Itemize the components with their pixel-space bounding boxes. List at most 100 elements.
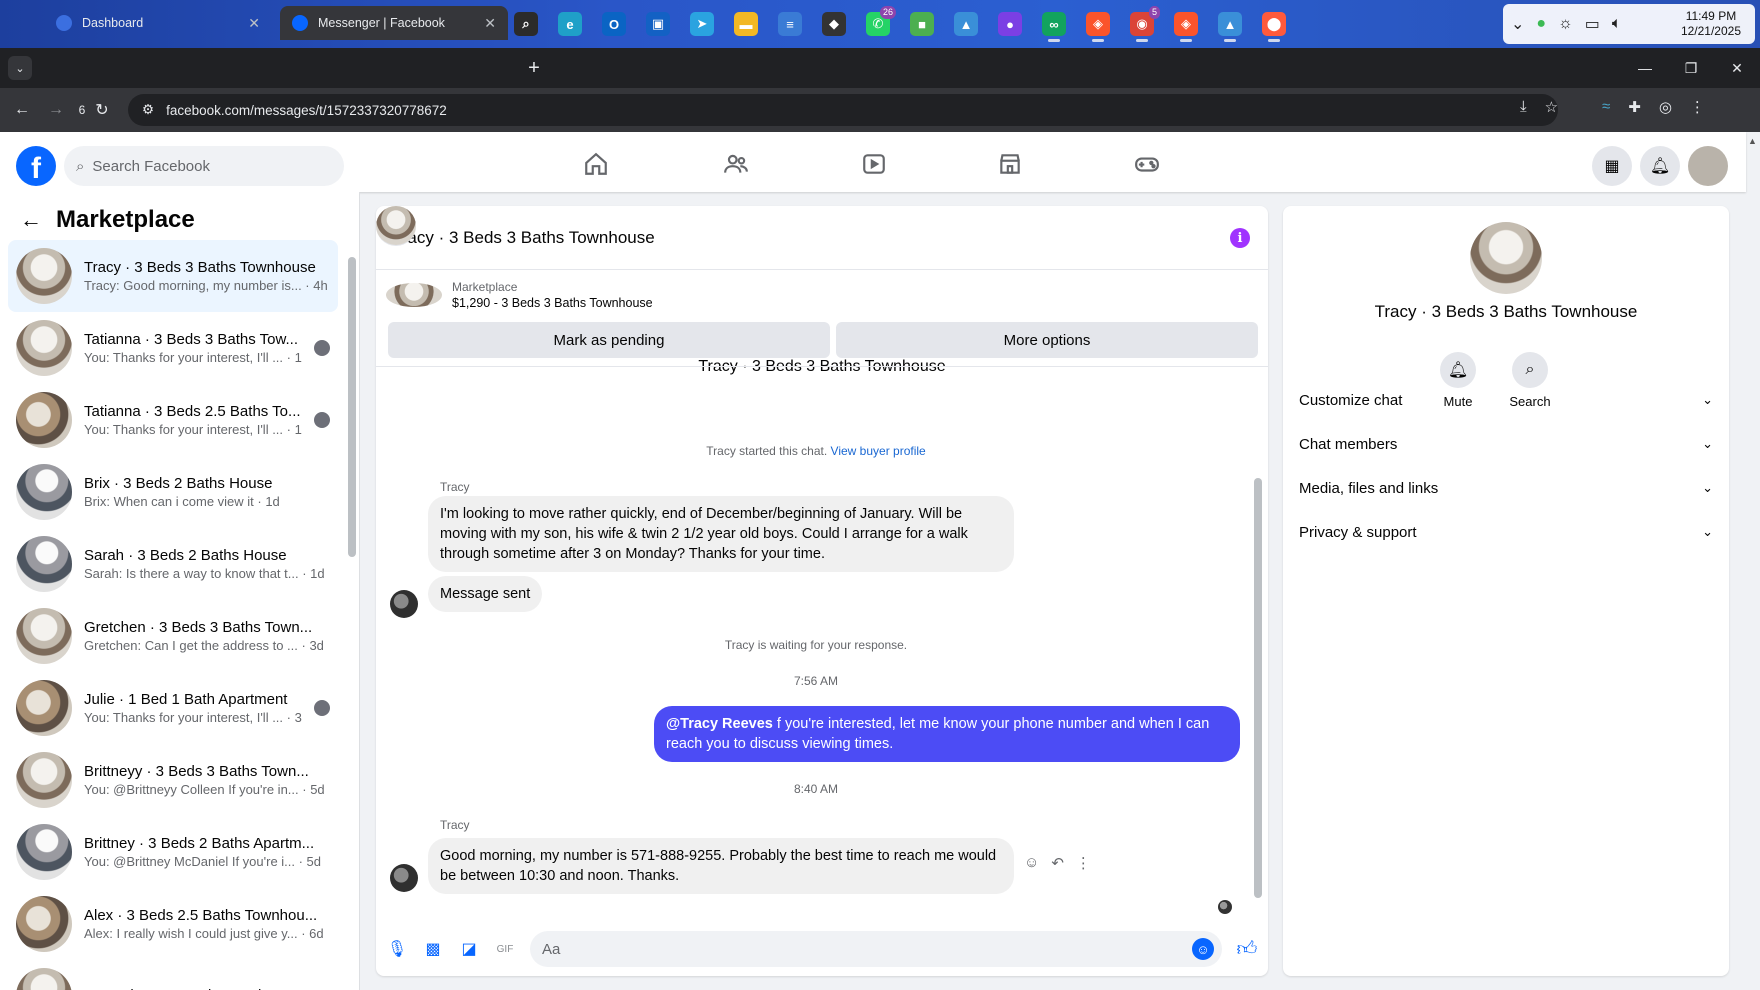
chat-avatar[interactable] <box>376 206 416 246</box>
taskbar-app-chrome[interactable]: ◉ 5 <box>1122 4 1162 44</box>
back-icon[interactable]: ← <box>10 98 34 122</box>
close-icon[interactable]: ✕ <box>484 15 496 32</box>
network-icon[interactable]: ● <box>1536 15 1546 33</box>
conversation-item[interactable]: Julie · 1 Bed 1 Bath Apartment You: Thank… <box>8 672 338 744</box>
system-clock[interactable]: 11:49 PM 12/21/2025 <box>1681 9 1747 39</box>
address-bar[interactable]: ⚙ facebook.com/messages/t/15723373207786… <box>128 94 1558 126</box>
taskbar-app-bulb[interactable]: ● <box>990 4 1030 44</box>
chat-title[interactable]: Tracy · 3 Beds 3 Baths Townhouse <box>392 228 655 248</box>
scroll-up-icon[interactable]: ▲ <box>1748 136 1757 146</box>
taskbar-app-store[interactable]: ▣ <box>638 4 678 44</box>
new-tab-button[interactable]: + <box>520 54 548 82</box>
taskbar-app-whatsapp[interactable]: ✆ 26 <box>858 4 898 44</box>
notifications-bell-icon[interactable]: 🔔︎ <box>1640 146 1680 186</box>
more-kebab-icon[interactable]: ⋮ <box>1076 854 1091 872</box>
taskbar-app-linux[interactable]: ◆ <box>814 4 854 44</box>
extension-wave-icon[interactable]: ≈ <box>1602 98 1610 116</box>
friends-icon[interactable] <box>680 140 792 188</box>
details-section-chat-members[interactable]: Chat members ⌄ <box>1299 422 1713 466</box>
conversation-item[interactable]: Gretchen · 3 Beds 3 Baths Town... Gretche… <box>8 600 338 672</box>
info-icon[interactable]: i <box>1230 228 1250 248</box>
install-icon[interactable]: ⤓ <box>1520 98 1527 116</box>
conversation-item[interactable]: Sarah · 3 Beds 2 Baths House Sarah: Is th… <box>8 528 338 600</box>
home-icon[interactable] <box>540 140 652 188</box>
gaming-icon[interactable] <box>1091 140 1203 188</box>
conversation-item[interactable]: Juan Victor · 3 Beds 3 Baths Tow... <box>8 960 338 990</box>
restore-icon[interactable]: ❐ <box>1668 52 1714 84</box>
minimize-icon[interactable]: — <box>1622 52 1668 84</box>
taskbar-app-infinity[interactable]: ∞ <box>1034 4 1074 44</box>
message-bubble[interactable]: Message sent <box>428 576 543 612</box>
tab-search-button[interactable]: ⌄ <box>8 56 32 80</box>
account-avatar[interactable] <box>1688 146 1728 186</box>
taskbar-app-edge[interactable]: e <box>550 4 590 44</box>
extensions-icon[interactable]: ✚ <box>1628 98 1641 116</box>
taskbar-app-keepass[interactable]: ■ <box>902 4 942 44</box>
taskbar-app-telegram[interactable]: ➤ <box>682 4 722 44</box>
message-bubble[interactable]: I'm looking to move rather quickly, end … <box>428 496 1014 572</box>
details-section-privacy-support[interactable]: Privacy & support ⌄ <box>1299 510 1713 554</box>
close-icon[interactable]: ✕ <box>248 15 260 32</box>
taskbar-app-outlook[interactable]: O <box>594 4 634 44</box>
forward-icon[interactable]: → <box>44 98 68 122</box>
details-section-customize-chat[interactable]: Customize chat ⌄ <box>1299 378 1713 422</box>
details-avatar[interactable] <box>1470 222 1542 294</box>
search-input[interactable]: ⌕ Search Facebook <box>64 146 344 186</box>
taskbar-app-brave-2[interactable]: ◈ <box>1166 4 1206 44</box>
page-scrollbar[interactable]: ▲ <box>1748 136 1758 990</box>
menu-kebab-icon[interactable]: ⋮ <box>1690 98 1705 116</box>
system-tray[interactable]: ⌄ ● ☼ ▭ 🔈︎ 11:49 PM 12/21/2025 <box>1503 4 1755 44</box>
site-info-icon[interactable]: ⚙ <box>142 102 154 118</box>
marketplace-icon[interactable] <box>954 140 1066 188</box>
brightness-icon[interactable]: ☼ <box>1558 15 1573 33</box>
tab-dashboard[interactable]: Dashboard ✕ <box>44 6 272 40</box>
react-emoji-icon[interactable]: ☺ <box>1024 854 1039 872</box>
bookmark-star-icon[interactable]: ☆ <box>1545 98 1558 116</box>
conversation-item[interactable]: Brittneyy · 3 Beds 3 Baths Town... You: @… <box>8 744 338 816</box>
outgoing-message-bubble[interactable]: @Tracy Reeves f you're interested, let m… <box>654 706 1240 762</box>
taskbar-app-vpn[interactable]: ⬤ <box>1254 4 1294 44</box>
mark-as-pending-button[interactable]: Mark as pending <box>388 322 830 358</box>
taskbar-app-search[interactable]: ⌕ <box>506 4 546 44</box>
tab-messenger[interactable]: Messenger | Facebook ✕ <box>280 6 508 40</box>
taskbar-app-sail-2[interactable]: ▲ <box>1210 4 1250 44</box>
taskbar-app-file-explorer[interactable]: ▬ <box>726 4 766 44</box>
back-arrow-icon[interactable]: ← <box>20 207 42 233</box>
volume-icon[interactable]: 🔈︎ <box>1612 15 1622 33</box>
conversation-item[interactable]: Tatianna · 3 Beds 3 Baths Tow... You: Tha… <box>8 312 338 384</box>
taskbar-app-sail[interactable]: ▲ <box>946 4 986 44</box>
menu-grid-icon[interactable]: ▦ <box>1592 146 1632 186</box>
video-icon[interactable] <box>818 140 930 188</box>
tracy-avatar[interactable] <box>390 864 418 892</box>
thumbs-up-icon[interactable]: 👍︎ <box>1236 938 1258 960</box>
view-buyer-profile-link[interactable]: View buyer profile <box>831 444 926 458</box>
conversation-item[interactable]: Tatianna · 3 Beds 2.5 Baths To... You: Th… <box>8 384 338 456</box>
conversation-item[interactable]: Brittney · 3 Beds 2 Baths Apartm... You: … <box>8 816 338 888</box>
taskbar-app-notepad[interactable]: ≡ <box>770 4 810 44</box>
listing-summary[interactable]: Marketplace $1,290 - 3 Beds 3 Baths Town… <box>386 280 653 310</box>
conversation-item[interactable]: Tracy · 3 Beds 3 Baths Townhouse Tracy: G… <box>8 240 338 312</box>
reply-icon[interactable]: ↶ <box>1051 854 1064 872</box>
emoji-icon[interactable]: ☺ <box>1192 938 1214 960</box>
photo-icon[interactable]: ▩ <box>422 938 444 960</box>
microphone-icon[interactable]: 🎙︎ <box>386 938 408 960</box>
mention[interactable]: @Tracy Reeves <box>666 716 773 732</box>
close-window-icon[interactable]: ✕ <box>1714 52 1760 84</box>
reload-icon[interactable]: ↻ <box>90 98 114 122</box>
message-input[interactable]: Aa ☺ <box>530 931 1222 967</box>
chat-scrollbar[interactable] <box>1254 478 1262 898</box>
display-icon[interactable]: ▭ <box>1585 14 1600 34</box>
taskbar-app-brave[interactable]: ◈ <box>1078 4 1118 44</box>
conversation-item[interactable]: Alex · 3 Beds 2.5 Baths Townhou... Alex: … <box>8 888 338 960</box>
sticker-icon[interactable]: ◪ <box>458 938 480 960</box>
message-bubble[interactable]: Good morning, my number is 571-888-9255.… <box>428 838 1014 894</box>
more-options-button[interactable]: More options <box>836 322 1258 358</box>
sidebar-scrollbar[interactable] <box>348 257 356 557</box>
facebook-logo[interactable]: f <box>16 146 56 186</box>
chevron-up-icon[interactable]: ⌄ <box>1511 14 1524 34</box>
gif-icon[interactable]: GIF <box>494 938 516 960</box>
profile-icon[interactable]: ◎ <box>1659 98 1672 116</box>
tracy-avatar[interactable] <box>390 590 418 618</box>
conversation-item[interactable]: Brix · 3 Beds 2 Baths House Brix: When ca… <box>8 456 338 528</box>
details-section-media-files-and-links[interactable]: Media, files and links ⌄ <box>1299 466 1713 510</box>
